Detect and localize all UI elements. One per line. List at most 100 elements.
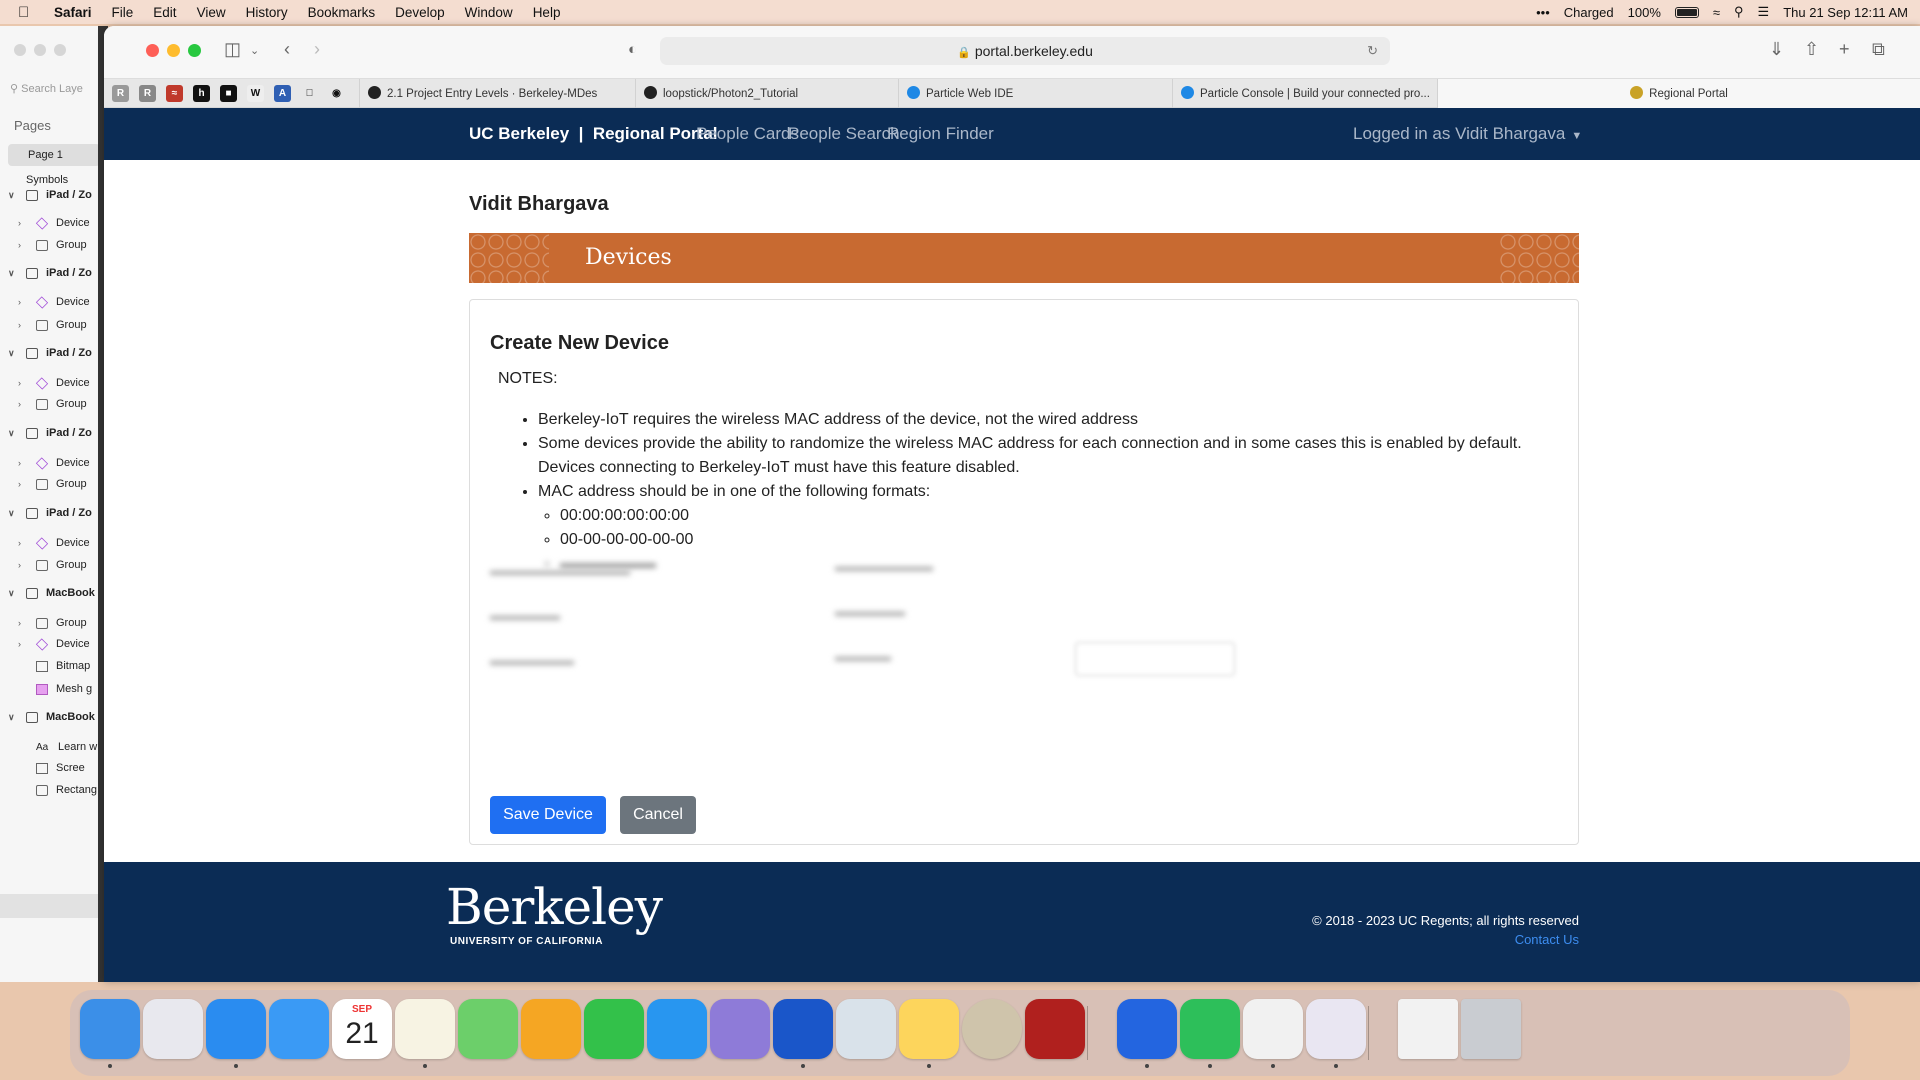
layer-item[interactable]: › Group <box>18 239 87 251</box>
page-item-symbols[interactable]: Symbols <box>26 174 68 186</box>
browser-tab[interactable]: loopstick/Photon2_Tutorial <box>635 79 898 109</box>
browser-tab[interactable]: 2.1 Project Entry Levels · Berkeley-MDes… <box>359 79 597 109</box>
layer-item[interactable]: Mesh g <box>18 683 92 695</box>
nav-link-region-finder[interactable]: Region Finder <box>887 108 994 160</box>
menu-app-name[interactable]: Safari <box>54 5 92 20</box>
chevron-icon[interactable]: › <box>18 240 28 250</box>
zoom-window-icon[interactable] <box>188 44 201 57</box>
finder-icon[interactable] <box>80 999 140 1059</box>
menu-item-help[interactable]: Help <box>533 5 561 20</box>
layer-item[interactable]: › Device <box>18 536 90 550</box>
calendar-icon[interactable]: SEP 21 <box>332 999 392 1059</box>
preview-icon[interactable] <box>836 999 896 1059</box>
github-icon[interactable]: ◉ <box>328 85 345 102</box>
whatsapp-icon[interactable] <box>1180 999 1240 1059</box>
more-icon[interactable]: ••• <box>1536 5 1550 20</box>
page-item-page1[interactable]: Page 1 <box>8 144 100 166</box>
layer-item[interactable]: › Group <box>18 398 87 410</box>
minimize-window-icon[interactable] <box>167 44 180 57</box>
layer-group-item[interactable]: ∨ MacBook <box>8 711 95 723</box>
nav-link-people-cards[interactable]: People Cards <box>696 108 799 160</box>
chevron-icon[interactable]: › <box>18 639 28 649</box>
contact-link[interactable]: Contact Us <box>1254 932 1579 947</box>
address-bar[interactable]: 🔒 portal.berkeley.edu ↻ <box>660 37 1390 65</box>
layer-item[interactable]: › Device <box>18 376 90 390</box>
apple-icon[interactable]:  <box>18 4 40 21</box>
layer-item[interactable]: › Group <box>18 617 87 629</box>
new-tab-icon[interactable]: + <box>1839 39 1850 60</box>
search-icon[interactable]: ⚲ <box>1734 4 1744 20</box>
menu-item-history[interactable]: History <box>246 5 288 20</box>
menu-item-file[interactable]: File <box>112 5 134 20</box>
layer-item[interactable]: Aa Learn w <box>18 741 97 753</box>
chevron-icon[interactable]: › <box>18 560 28 570</box>
battery-icon[interactable] <box>1674 6 1699 18</box>
back-icon[interactable]: ‹ <box>284 39 290 60</box>
chevron-icon[interactable]: ∨ <box>8 348 18 359</box>
word-icon[interactable] <box>1025 999 1085 1059</box>
layer-item[interactable]: Bitmap <box>18 660 90 672</box>
chevron-icon[interactable]: ∨ <box>8 190 18 201</box>
chevron-icon[interactable]: › <box>18 297 28 307</box>
favorite-r-icon[interactable]: R <box>112 85 129 102</box>
chevron-icon[interactable]: ∨ <box>8 508 18 519</box>
trash-icon[interactable] <box>1461 999 1521 1059</box>
layer-item[interactable]: › Group <box>18 478 87 490</box>
chevron-icon[interactable]: › <box>18 618 28 628</box>
clock-datetime[interactable]: Thu 21 Sep 12:11 AM <box>1783 5 1908 20</box>
pages-icon[interactable] <box>521 999 581 1059</box>
apple-bookmark-icon[interactable]:  <box>301 85 318 102</box>
field-input-blurred[interactable] <box>1075 642 1235 676</box>
chevron-icon[interactable]: ∨ <box>8 428 18 439</box>
qreate-icon[interactable] <box>1117 999 1177 1059</box>
chevron-icon[interactable]: › <box>18 479 28 489</box>
field-value-blurred[interactable]: ▬▬▬▬▬▬▬ <box>835 558 933 574</box>
mail-icon[interactable] <box>269 999 329 1059</box>
layer-group-item[interactable]: ∨ MacBook <box>8 587 95 599</box>
favorite-r2-icon[interactable]: R <box>139 85 156 102</box>
document-icon[interactable] <box>1398 999 1458 1059</box>
browser-tab[interactable]: Particle Console | Build your connected … <box>1172 79 1435 109</box>
testflight-icon[interactable] <box>773 999 833 1059</box>
slack-icon[interactable] <box>1243 999 1303 1059</box>
portal-brand[interactable]: UC Berkeley | Regional Portal <box>469 108 718 160</box>
chevron-icon[interactable]: › <box>18 378 28 388</box>
layer-search-input[interactable]: ⚲ Search Laye <box>10 82 83 95</box>
numbers-icon[interactable] <box>584 999 644 1059</box>
user-menu[interactable]: Logged in as Vidit Bhargava ▼ <box>1353 108 1582 162</box>
field-value-blurred[interactable]: ▬▬▬▬▬ <box>835 603 905 619</box>
menu-item-edit[interactable]: Edit <box>153 5 176 20</box>
chevron-icon[interactable]: › <box>18 458 28 468</box>
layer-item[interactable]: › Device <box>18 456 90 470</box>
sidebar-toggle-icon[interactable]: ◫ <box>224 39 241 60</box>
chevron-icon[interactable]: ∨ <box>8 712 18 723</box>
layer-item[interactable]: Scree <box>18 762 85 774</box>
wifi-icon[interactable]: ≈ <box>1713 5 1720 20</box>
wikipedia-icon[interactable]: W <box>247 85 264 102</box>
menu-item-window[interactable]: Window <box>465 5 513 20</box>
menu-item-bookmarks[interactable]: Bookmarks <box>308 5 376 20</box>
layer-group-item[interactable]: ∨ iPad / Zo <box>8 427 92 439</box>
browser-tab[interactable]: Particle Web IDE <box>898 79 1161 109</box>
layer-item[interactable]: › Group <box>18 319 87 331</box>
downloads-icon[interactable]: ⇓ <box>1769 39 1784 60</box>
layer-group-item[interactable]: ∨ iPad / Zo <box>8 347 92 359</box>
save-device-button[interactable]: Save Device <box>490 796 606 834</box>
api-icon[interactable]: A <box>274 85 291 102</box>
tab-overview-icon[interactable]: ⧉ <box>1872 39 1885 60</box>
reload-icon[interactable]: ↻ <box>1367 37 1378 65</box>
cancel-button[interactable]: Cancel <box>620 796 696 834</box>
layer-item[interactable]: › Group <box>18 559 87 571</box>
menu-item-view[interactable]: View <box>197 5 226 20</box>
layer-group-item[interactable]: ∨ iPad / Zo <box>8 267 92 279</box>
favorite-dark-icon[interactable]: ■ <box>220 85 237 102</box>
affinity-icon[interactable] <box>1306 999 1366 1059</box>
nav-link-people-search[interactable]: People Search <box>788 108 900 160</box>
maps-icon[interactable] <box>458 999 518 1059</box>
safari-icon[interactable] <box>206 999 266 1059</box>
layer-item[interactable]: › Device <box>18 295 90 309</box>
menu-item-develop[interactable]: Develop <box>395 5 445 20</box>
favorite-stripes-icon[interactable]: ≈ <box>166 85 183 102</box>
chevron-icon[interactable]: ∨ <box>8 588 18 599</box>
podcast-app-icon[interactable] <box>710 999 770 1059</box>
